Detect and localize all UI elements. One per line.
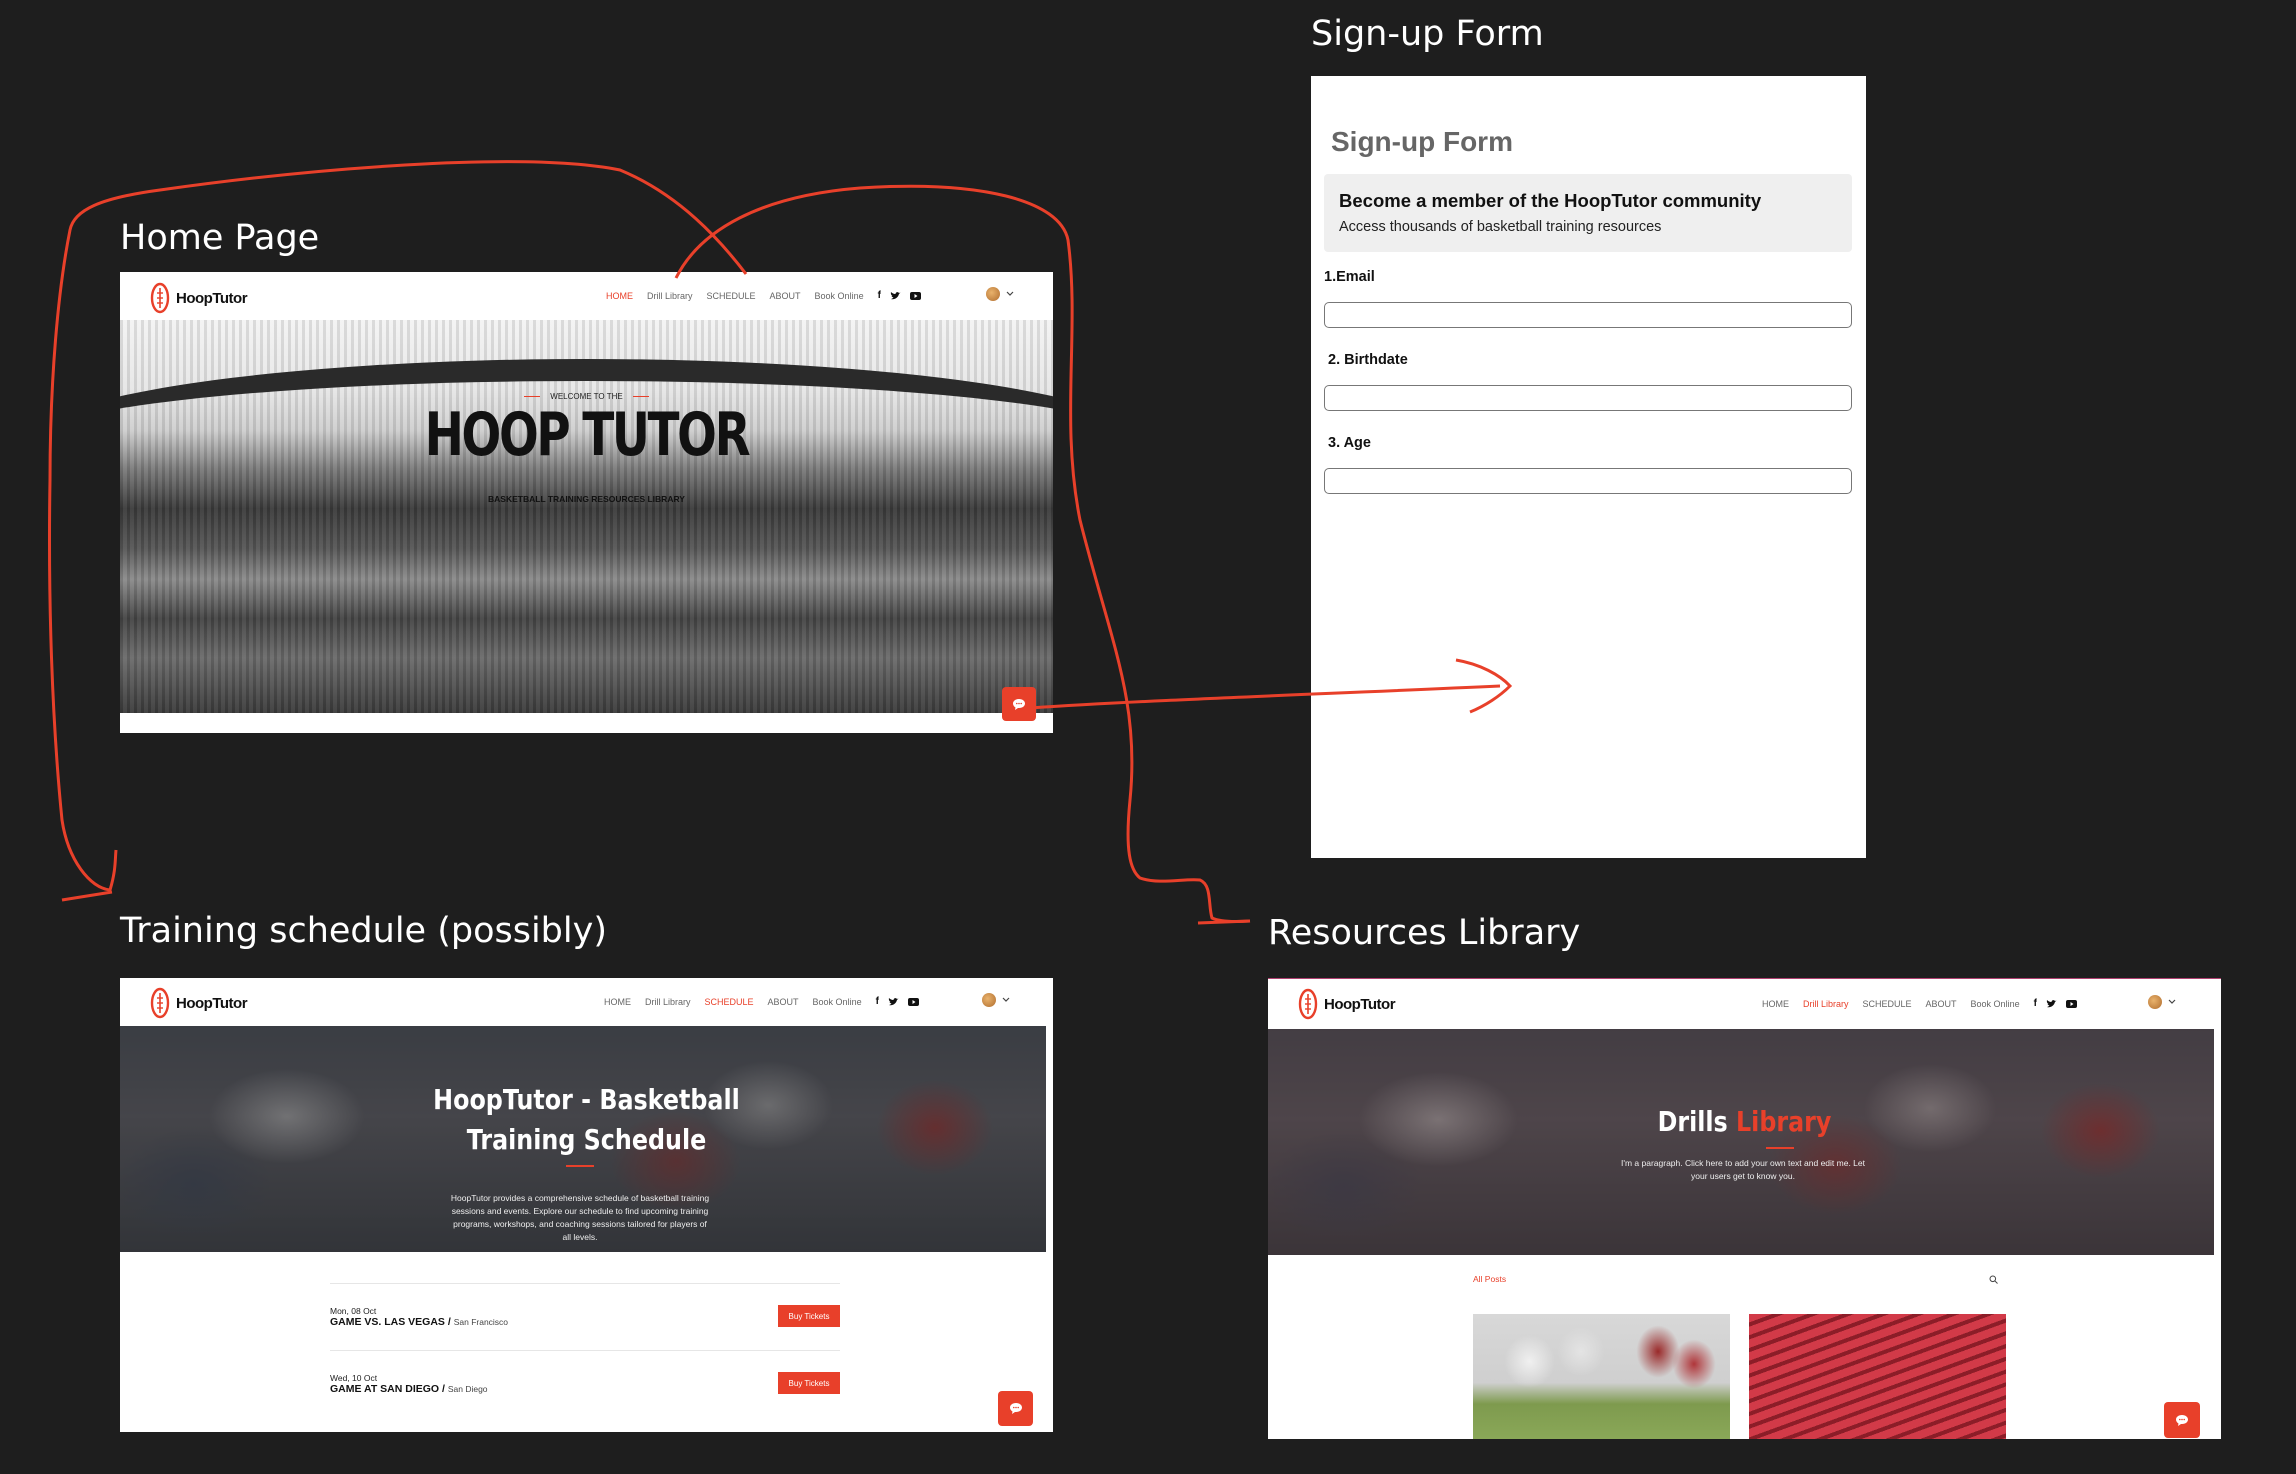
hero-subtitle: BASKETBALL TRAINING RESOURCES LIBRARY: [488, 494, 685, 504]
home-page-label: Home Page: [120, 218, 320, 258]
chat-icon: [1013, 698, 1025, 710]
library-paragraph: I'm a paragraph. Click here to add your …: [1620, 1158, 1865, 1181]
nav-drill-library[interactable]: Drill Library: [1803, 999, 1849, 1009]
avatar: [982, 993, 996, 1007]
nav-home[interactable]: HOME: [604, 997, 631, 1007]
post-thumbnail-football[interactable]: [1473, 1314, 1730, 1439]
event-date: Wed, 10 Oct: [330, 1373, 378, 1383]
brand-name: HoopTutor: [176, 289, 248, 307]
event-name: GAME AT SAN DIEGO /: [330, 1383, 448, 1395]
signup-title: Sign-up Form: [1331, 126, 1513, 157]
avatar: [2148, 995, 2162, 1009]
logo[interactable]: HoopTutor: [150, 987, 248, 1019]
brand-name: HoopTutor: [1324, 995, 1396, 1013]
buy-tickets-button[interactable]: Buy Tickets: [778, 1372, 840, 1394]
signup-form-frame[interactable]: Sign-up Form Become a member of the Hoop…: [1311, 76, 1866, 858]
logo[interactable]: HoopTutor: [1298, 988, 1396, 1020]
nav-schedule[interactable]: SCHEDULE: [1863, 999, 1912, 1009]
event-location: San Diego: [447, 1384, 488, 1394]
facebook-icon[interactable]: f: [876, 996, 879, 1007]
nav-book-online[interactable]: Book Online: [813, 997, 862, 1007]
youtube-icon[interactable]: [909, 291, 921, 300]
all-posts-tab[interactable]: All Posts: [1473, 1274, 1506, 1284]
account-menu[interactable]: [2148, 995, 2176, 1009]
birthdate-label: 2. Birthdate: [1328, 352, 1408, 368]
birthdate-field[interactable]: [1324, 385, 1852, 411]
schedule-title-line1: HoopTutor - Basketball: [433, 1083, 740, 1116]
library-title-red: Library: [1736, 1105, 1832, 1138]
twitter-icon[interactable]: [888, 997, 899, 1007]
signup-box-subtext: Access thousands of basketball training …: [1339, 219, 1662, 235]
nav-home[interactable]: HOME: [1762, 999, 1789, 1009]
training-schedule-frame[interactable]: HoopTutor HOME Drill Library SCHEDULE AB…: [120, 978, 1053, 1432]
buy-tickets-button[interactable]: Buy Tickets: [778, 1305, 840, 1327]
chat-icon: [1009, 1403, 1022, 1414]
nav-about[interactable]: ABOUT: [1926, 999, 1957, 1009]
youtube-icon[interactable]: [907, 997, 919, 1006]
chat-button[interactable]: [998, 1391, 1033, 1426]
nav-drill-library[interactable]: Drill Library: [647, 291, 693, 301]
post-thumbnail-stadium-seats[interactable]: [1749, 1314, 2006, 1439]
logo[interactable]: HoopTutor: [150, 282, 248, 314]
library-title-white: Drills: [1657, 1105, 1728, 1138]
chat-button[interactable]: [1002, 687, 1036, 721]
event-name: GAME VS. LAS VEGAS /: [330, 1316, 454, 1328]
facebook-icon[interactable]: f: [878, 290, 881, 301]
youtube-icon[interactable]: [2065, 999, 2077, 1008]
event-row[interactable]: Wed, 10 Oct GAME AT SAN DIEGO / San Dieg…: [330, 1350, 840, 1418]
age-field[interactable]: [1324, 468, 1852, 494]
nav-book-online[interactable]: Book Online: [1971, 999, 2020, 1009]
signup-box-heading: Become a member of the HoopTutor communi…: [1339, 190, 1762, 211]
nav-book-online[interactable]: Book Online: [815, 291, 864, 301]
football-logo-icon: [150, 282, 170, 314]
training-schedule-label: Training schedule (possibly): [120, 911, 607, 951]
chat-icon: [2176, 1414, 2188, 1426]
event-location: San Francisco: [453, 1317, 509, 1327]
football-logo-icon: [1298, 988, 1318, 1020]
signup-form-label: Sign-up Form: [1311, 14, 1544, 54]
avatar: [986, 287, 1000, 301]
nav-about[interactable]: ABOUT: [770, 291, 801, 301]
schedule-description: HoopTutor provides a comprehensive sched…: [450, 1193, 710, 1242]
site-nav: HoopTutor HOME Drill Library SCHEDULE AB…: [1268, 979, 2221, 1029]
twitter-icon[interactable]: [2046, 999, 2057, 1009]
chevron-down-icon: [2168, 999, 2176, 1004]
event-row[interactable]: Mon, 08 Oct GAME VS. LAS VEGAS / San Fra…: [330, 1283, 840, 1351]
site-nav: HoopTutor HOME Drill Library SCHEDULE AB…: [120, 272, 1053, 320]
nav-drill-library[interactable]: Drill Library: [645, 997, 691, 1007]
football-logo-icon: [150, 987, 170, 1019]
event-date: Mon, 08 Oct: [330, 1306, 377, 1316]
signup-intro-box: Become a member of the HoopTutor communi…: [1324, 174, 1852, 252]
nav-schedule[interactable]: SCHEDULE: [707, 291, 756, 301]
hero-title: HOOP TUTOR: [424, 400, 751, 470]
twitter-icon[interactable]: [890, 291, 901, 301]
football-hero-image: [1268, 1029, 2214, 1255]
resources-library-frame[interactable]: HoopTutor HOME Drill Library SCHEDULE AB…: [1268, 978, 2221, 1439]
resources-library-label: Resources Library: [1268, 913, 1581, 953]
email-field[interactable]: [1324, 302, 1852, 328]
site-nav: HoopTutor HOME Drill Library SCHEDULE AB…: [120, 978, 1053, 1026]
nav-schedule[interactable]: SCHEDULE: [705, 997, 754, 1007]
account-menu[interactable]: [986, 287, 1014, 301]
nav-home[interactable]: HOME: [606, 291, 633, 301]
search-icon[interactable]: [1989, 1275, 1998, 1284]
chevron-down-icon: [1006, 291, 1014, 296]
stadium-hero-image: [120, 320, 1053, 713]
chat-button[interactable]: [2164, 1402, 2200, 1438]
nav-about[interactable]: ABOUT: [768, 997, 799, 1007]
brand-name: HoopTutor: [176, 994, 248, 1012]
chevron-down-icon: [1002, 997, 1010, 1002]
age-label: 3. Age: [1328, 435, 1371, 451]
account-menu[interactable]: [982, 993, 1010, 1007]
home-page-frame[interactable]: HoopTutor HOME Drill Library SCHEDULE AB…: [120, 272, 1053, 733]
schedule-title-line2: Training Schedule: [466, 1123, 707, 1156]
email-label: 1.Email: [1324, 269, 1375, 285]
facebook-icon[interactable]: f: [2034, 998, 2037, 1009]
